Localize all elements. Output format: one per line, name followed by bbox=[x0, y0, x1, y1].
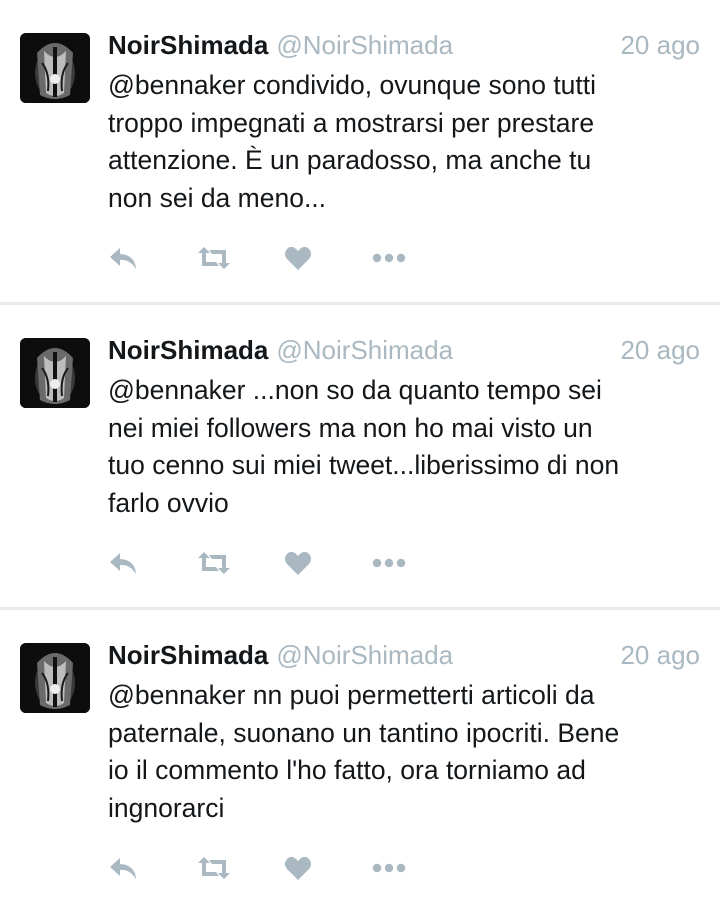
heart-icon bbox=[285, 551, 311, 575]
more-icon bbox=[372, 558, 406, 568]
retweet-icon bbox=[198, 552, 230, 574]
more-icon bbox=[372, 863, 406, 873]
retweet-button[interactable] bbox=[196, 240, 284, 276]
avatar[interactable] bbox=[20, 643, 90, 713]
more-button[interactable] bbox=[372, 850, 460, 886]
author-name[interactable]: NoirShimada bbox=[108, 640, 268, 671]
tweet-header: NoirShimada @NoirShimada 20 ago bbox=[108, 640, 700, 676]
reply-button[interactable] bbox=[108, 850, 196, 886]
reply-button[interactable] bbox=[108, 240, 196, 276]
avatar[interactable] bbox=[20, 338, 90, 408]
author-name[interactable]: NoirShimada bbox=[108, 30, 268, 61]
tweet-timestamp[interactable]: 20 ago bbox=[620, 640, 700, 671]
tweet[interactable]: NoirShimada @NoirShimada 20 ago @bennake… bbox=[0, 305, 720, 607]
tweet-header: NoirShimada @NoirShimada 20 ago bbox=[108, 335, 700, 371]
more-button[interactable] bbox=[372, 545, 460, 581]
retweet-icon bbox=[198, 247, 230, 269]
like-button[interactable] bbox=[284, 240, 372, 276]
more-button[interactable] bbox=[372, 240, 460, 276]
retweet-icon bbox=[198, 857, 230, 879]
like-button[interactable] bbox=[284, 545, 372, 581]
tweet-actions bbox=[108, 850, 460, 886]
tweet-text: @bennaker condivido, ovunque sono tutti … bbox=[108, 70, 597, 213]
tweet-actions bbox=[108, 545, 460, 581]
like-button[interactable] bbox=[284, 850, 372, 886]
tweet-text: @bennaker nn puoi permetterti articoli d… bbox=[108, 680, 620, 823]
tweet-actions bbox=[108, 240, 460, 276]
tweet[interactable]: NoirShimada @NoirShimada 20 ago @bennake… bbox=[0, 610, 720, 915]
tweet-header: NoirShimada @NoirShimada 20 ago bbox=[108, 30, 700, 66]
tweet-text: @bennaker ...non so da quanto tempo sei … bbox=[108, 375, 620, 518]
more-icon bbox=[372, 253, 406, 263]
reply-icon bbox=[110, 553, 136, 574]
retweet-button[interactable] bbox=[196, 545, 284, 581]
author-name[interactable]: NoirShimada bbox=[108, 335, 268, 366]
avatar[interactable] bbox=[20, 33, 90, 103]
author-handle[interactable]: @NoirShimada bbox=[276, 335, 453, 366]
retweet-button[interactable] bbox=[196, 850, 284, 886]
heart-icon bbox=[285, 856, 311, 880]
reply-icon bbox=[110, 858, 136, 879]
tweet-timestamp[interactable]: 20 ago bbox=[620, 335, 700, 366]
author-handle[interactable]: @NoirShimada bbox=[276, 640, 453, 671]
author-handle[interactable]: @NoirShimada bbox=[276, 30, 453, 61]
tweet-timestamp[interactable]: 20 ago bbox=[620, 30, 700, 61]
reply-button[interactable] bbox=[108, 545, 196, 581]
reply-icon bbox=[110, 248, 136, 269]
heart-icon bbox=[285, 246, 311, 270]
tweet[interactable]: NoirShimada @NoirShimada 20 ago @bennake… bbox=[0, 0, 720, 302]
tweet-feed: NoirShimada @NoirShimada 20 ago @bennake… bbox=[0, 0, 720, 915]
